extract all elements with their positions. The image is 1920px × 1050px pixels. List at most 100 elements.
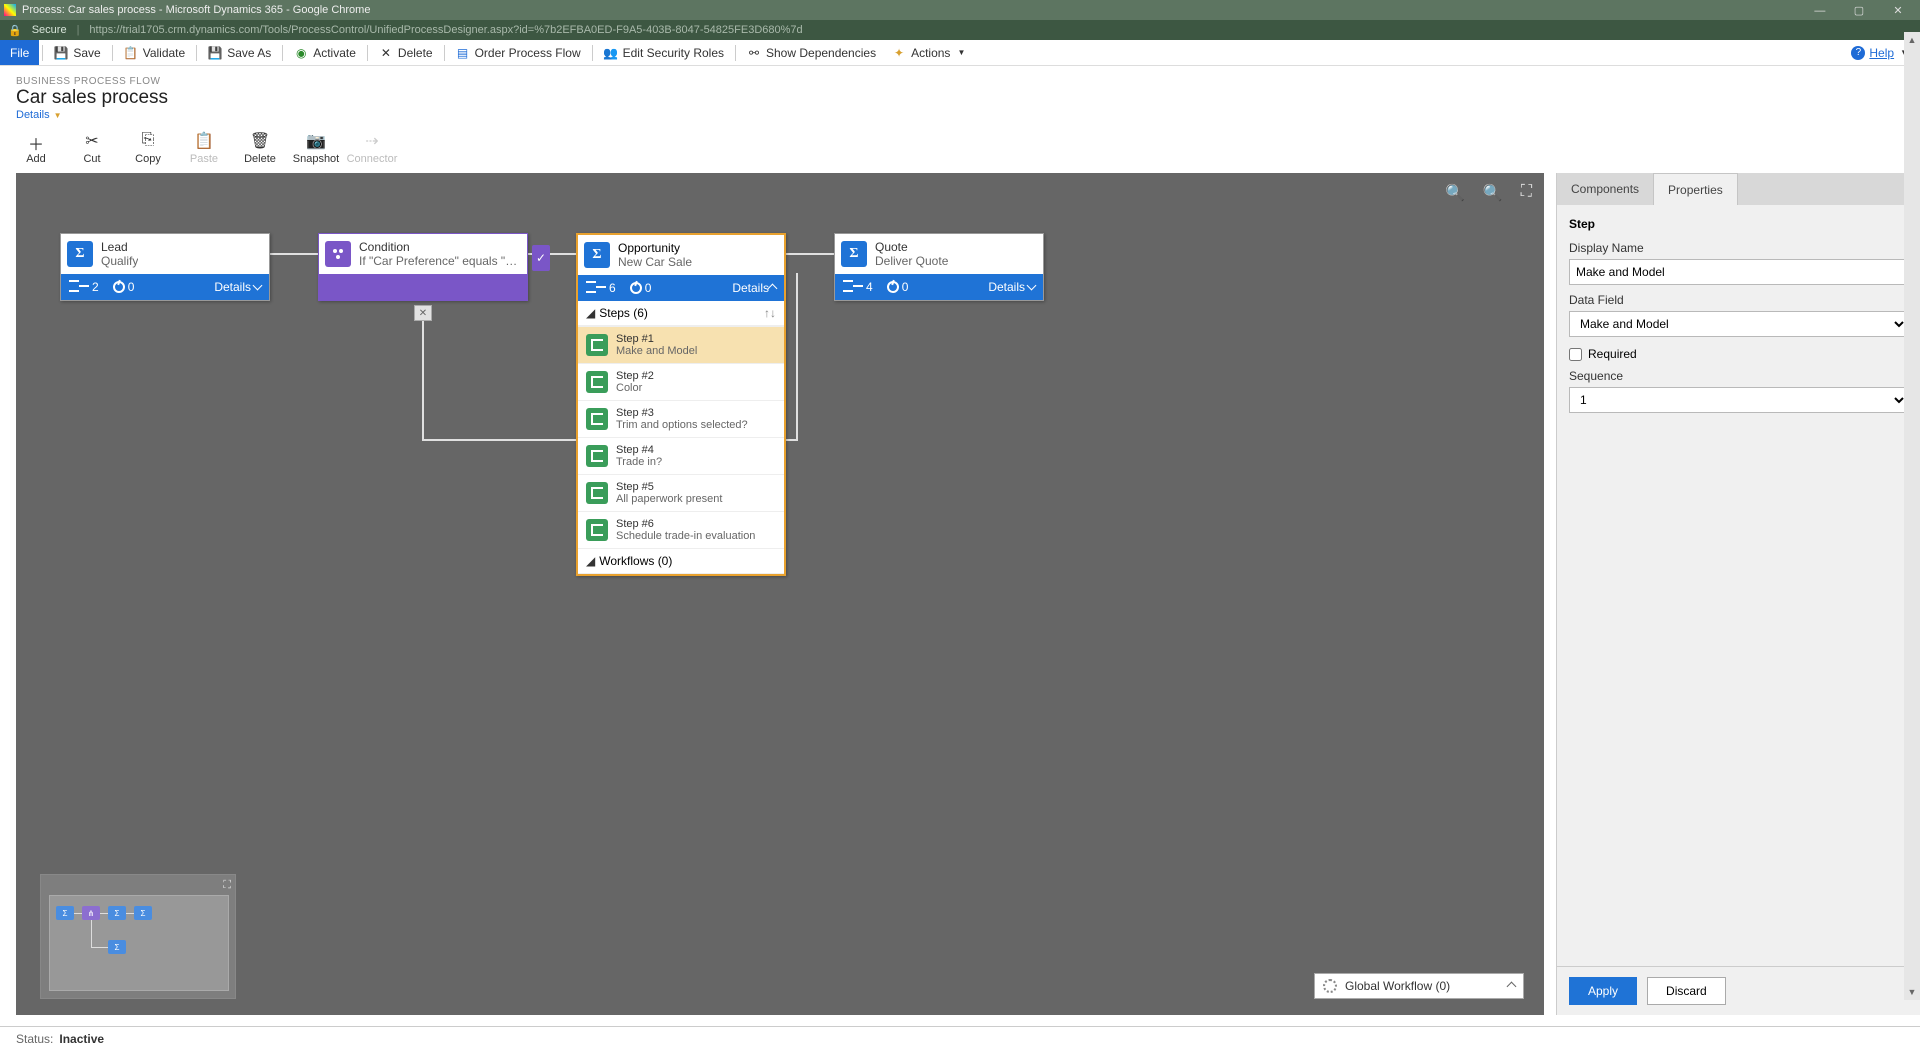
connector-line: [422, 319, 424, 439]
window-titlebar: Process: Car sales process - Microsoft D…: [0, 0, 1920, 20]
lock-icon: 🔒: [8, 24, 22, 37]
actions-menu[interactable]: ✦Actions▼: [884, 46, 973, 60]
activate-icon: ◉: [294, 46, 308, 60]
step-icon: [586, 519, 608, 541]
paste-icon: 📋: [176, 131, 232, 149]
url-text: https://trial1705.crm.dynamics.com/Tools…: [89, 24, 802, 36]
properties-group-title: Step: [1569, 217, 1908, 231]
stage-title: Lead: [101, 240, 138, 254]
zoom-out-button[interactable]: 🔍: [1445, 183, 1465, 203]
step-item[interactable]: Step #3Trim and options selected?: [578, 400, 784, 437]
minimap-viewport[interactable]: Σ ⋔ Σ Σ Σ: [49, 895, 229, 991]
tab-properties[interactable]: Properties: [1653, 173, 1738, 205]
stage-node-opportunity[interactable]: Opportunity New Car Sale 6 0 Details ◢St…: [576, 233, 786, 576]
scissors-icon: ✂: [64, 131, 120, 149]
stage-subtitle: New Car Sale: [618, 255, 692, 269]
sequence-select[interactable]: 1: [1569, 387, 1908, 413]
edit-security-roles-button[interactable]: 👥Edit Security Roles: [596, 46, 732, 60]
scroll-down-icon[interactable]: ▼: [1904, 984, 1920, 1000]
stage-node-lead[interactable]: Lead Qualify 2 0 Details: [60, 233, 270, 301]
tab-components[interactable]: Components: [1557, 173, 1653, 205]
designer-canvas[interactable]: 🔍 🔍 ⛶ Lead Qualify 2 0: [16, 173, 1544, 1015]
activate-button[interactable]: ◉Activate: [286, 46, 364, 60]
panel-scrollbar[interactable]: ▲ ▼: [1904, 32, 1920, 1000]
minimap-node: Σ: [56, 906, 74, 920]
steps-count-icon: [843, 280, 863, 295]
header-details-toggle[interactable]: Details▼: [16, 109, 1904, 121]
apply-button[interactable]: Apply: [1569, 977, 1637, 1005]
discard-button[interactable]: Discard: [1647, 977, 1726, 1005]
zoom-in-button[interactable]: 🔍: [1483, 183, 1503, 203]
paste-button[interactable]: 📋Paste: [176, 131, 232, 165]
order-process-flow-button[interactable]: ▤Order Process Flow: [448, 46, 589, 60]
help-icon: ?: [1851, 46, 1865, 60]
breadcrumb: BUSINESS PROCESS FLOW: [16, 76, 1904, 87]
minimap-node: Σ: [134, 906, 152, 920]
display-name-label: Display Name: [1569, 241, 1908, 255]
chevron-up-icon[interactable]: [1508, 979, 1515, 993]
steps-count-icon: [586, 281, 606, 296]
delete-icon: ✕: [379, 46, 393, 60]
status-bar: Status: Inactive: [0, 1026, 1920, 1050]
security-icon: 👥: [604, 46, 618, 60]
stage-details-toggle[interactable]: Details: [214, 280, 261, 294]
sequence-label: Sequence: [1569, 369, 1908, 383]
plus-icon: ＋: [8, 131, 64, 149]
condition-node[interactable]: Condition If "Car Preference" equals "Ne…: [318, 233, 528, 301]
stage-icon: [584, 242, 610, 268]
copy-button[interactable]: ⎘Copy: [120, 131, 176, 165]
snapshot-button[interactable]: 📷Snapshot: [288, 131, 344, 165]
step-item[interactable]: Step #4Trade in?: [578, 437, 784, 474]
minimap-node: Σ: [108, 940, 126, 954]
add-button[interactable]: ＋Add: [8, 131, 64, 165]
step-item[interactable]: Step #2Color: [578, 363, 784, 400]
show-dependencies-button[interactable]: ⚯Show Dependencies: [739, 46, 884, 60]
file-menu[interactable]: File: [0, 40, 39, 65]
stage-details-toggle[interactable]: Details: [988, 280, 1035, 294]
close-button[interactable]: ✕: [1880, 4, 1916, 17]
address-bar: 🔒 Secure | https://trial1705.crm.dynamic…: [0, 20, 1920, 40]
stage-subtitle: Deliver Quote: [875, 254, 948, 268]
window-title: Process: Car sales process - Microsoft D…: [22, 4, 1802, 16]
delete-button[interactable]: ✕Delete: [371, 46, 441, 60]
minimize-button[interactable]: —: [1802, 5, 1838, 17]
condition-true-badge: ✓: [532, 245, 550, 271]
delete-action-button[interactable]: 🗑Delete: [232, 131, 288, 165]
workflow-count-icon: [630, 282, 642, 294]
data-field-select[interactable]: Make and Model: [1569, 311, 1908, 337]
step-item[interactable]: Step #1Make and Model: [578, 326, 784, 363]
secure-label: Secure: [32, 24, 67, 36]
workflows-section-header[interactable]: ◢Workflows (0): [578, 548, 784, 574]
maximize-button[interactable]: ▢: [1841, 4, 1877, 17]
designer-toolbar: ＋Add ✂Cut ⎘Copy 📋Paste 🗑Delete 📷Snapshot…: [0, 125, 1920, 173]
stage-icon: [841, 241, 867, 267]
step-item[interactable]: Step #5All paperwork present: [578, 474, 784, 511]
connector-line: [796, 273, 798, 441]
stage-title: Quote: [875, 240, 948, 254]
steps-count-icon: [69, 280, 89, 295]
steps-section-header[interactable]: ◢Steps (6) ↑↓: [578, 301, 784, 326]
save-as-button[interactable]: 💾Save As: [200, 46, 279, 60]
minimap-node: Σ: [108, 906, 126, 920]
cut-button[interactable]: ✂Cut: [64, 131, 120, 165]
stage-node-quote[interactable]: Quote Deliver Quote 4 0 Details: [834, 233, 1044, 301]
trash-icon: 🗑: [232, 131, 288, 149]
workflow-count-icon: [113, 281, 125, 293]
connector-button[interactable]: ⇢Connector: [344, 131, 400, 165]
command-bar: File 💾Save 📋Validate 💾Save As ◉Activate …: [0, 40, 1920, 66]
stage-details-toggle[interactable]: Details: [732, 281, 776, 295]
minimap-expand-icon[interactable]: ⛶: [223, 879, 231, 892]
move-down-icon[interactable]: ↓: [770, 306, 776, 320]
condition-false-badge[interactable]: ✕: [414, 305, 432, 321]
scroll-up-icon[interactable]: ▲: [1904, 32, 1920, 48]
minimap[interactable]: ⛶ Σ ⋔ Σ Σ Σ: [40, 874, 236, 999]
step-item[interactable]: Step #6Schedule trade-in evaluation: [578, 511, 784, 548]
condition-title: Condition: [359, 240, 519, 254]
validate-button[interactable]: 📋Validate: [116, 46, 193, 60]
required-label: Required: [1588, 347, 1637, 361]
required-checkbox[interactable]: [1569, 348, 1582, 361]
global-workflow-bar[interactable]: Global Workflow (0): [1314, 973, 1524, 999]
fit-to-screen-button[interactable]: ⛶: [1521, 183, 1532, 203]
display-name-input[interactable]: [1569, 259, 1908, 285]
save-button[interactable]: 💾Save: [46, 46, 108, 60]
